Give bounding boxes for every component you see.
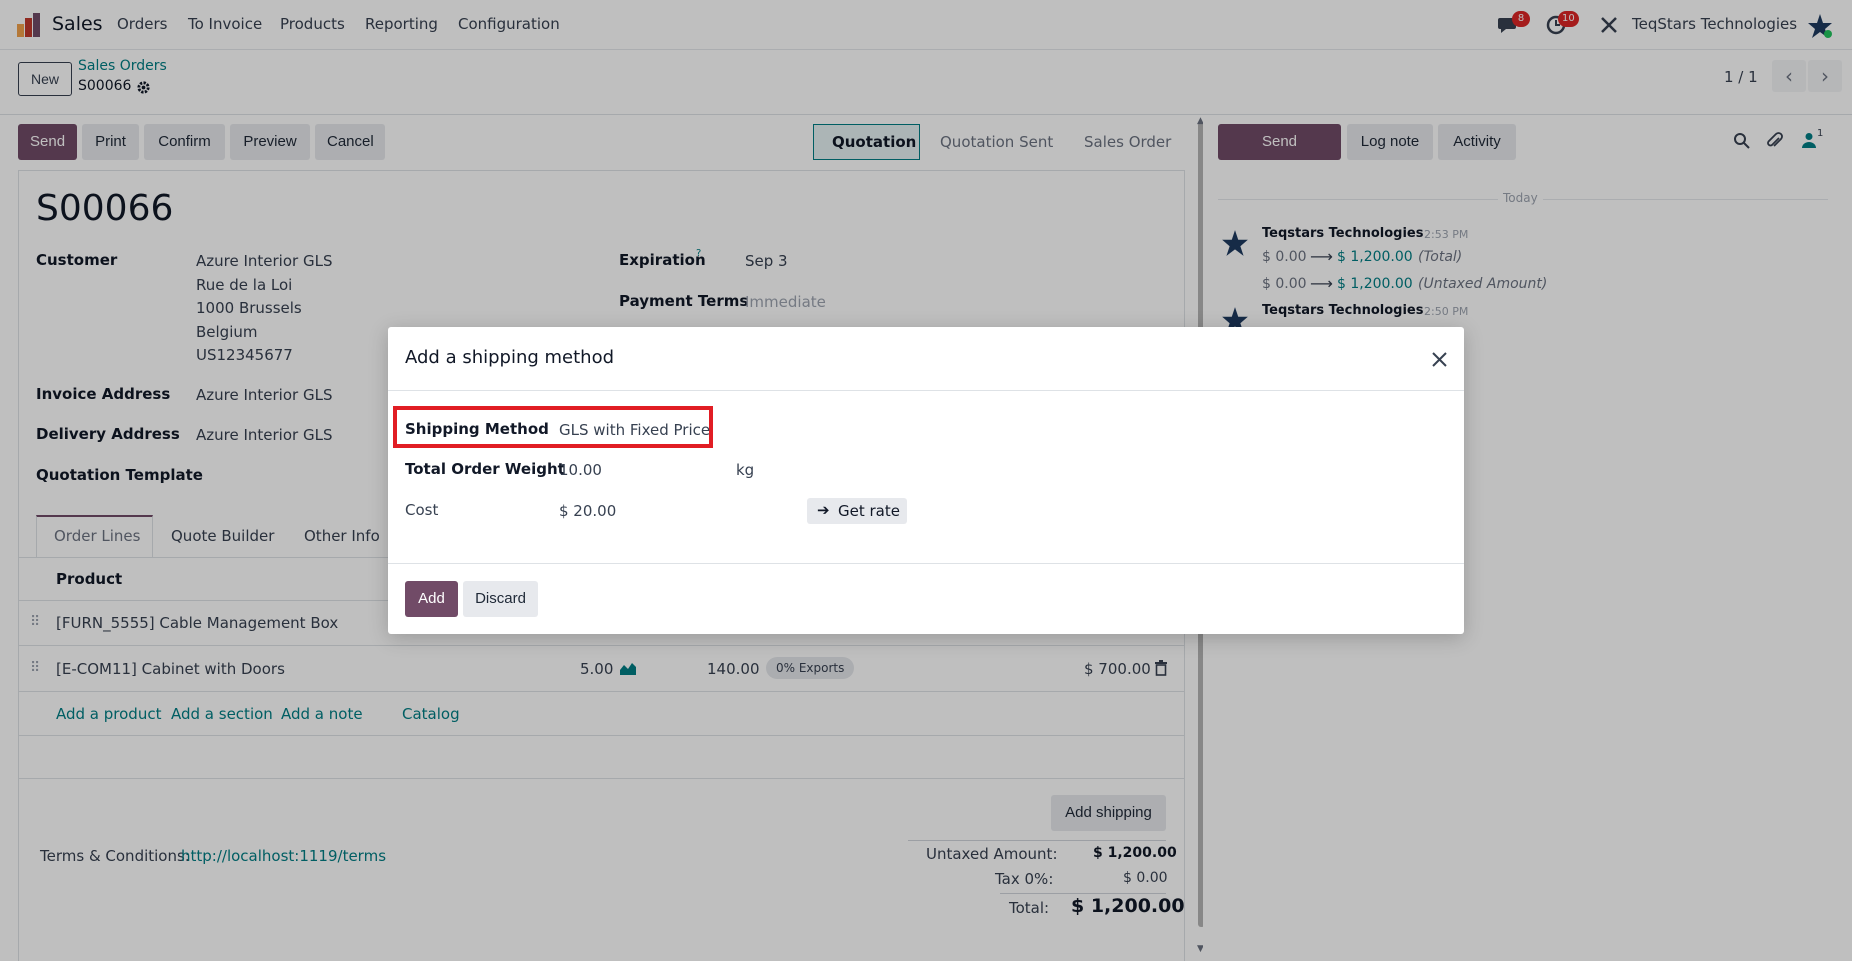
cost-value: $ 20.00	[559, 502, 617, 520]
get-rate-button[interactable]: ➔ Get rate	[807, 498, 907, 524]
close-icon[interactable]	[1431, 351, 1448, 368]
cost-label: Cost	[405, 501, 439, 519]
dialog-header: Add a shipping method	[388, 327, 1464, 391]
shipping-method-label: Shipping Method	[405, 420, 549, 438]
weight-label: Total Order Weight	[405, 460, 565, 478]
get-rate-label: Get rate	[838, 502, 900, 520]
dialog-title: Add a shipping method	[405, 347, 615, 368]
shipping-method-select[interactable]: GLS with Fixed Price	[559, 421, 710, 439]
weight-unit: kg	[736, 461, 755, 479]
dialog-footer: Add Discard	[388, 563, 1464, 634]
discard-button[interactable]: Discard	[463, 581, 538, 617]
weight-input[interactable]: 10.00	[559, 461, 602, 479]
shipping-method-dialog: Add a shipping method Shipping Method GL…	[388, 327, 1464, 634]
add-button[interactable]: Add	[405, 581, 458, 617]
arrow-right-icon: ➔	[817, 501, 830, 519]
